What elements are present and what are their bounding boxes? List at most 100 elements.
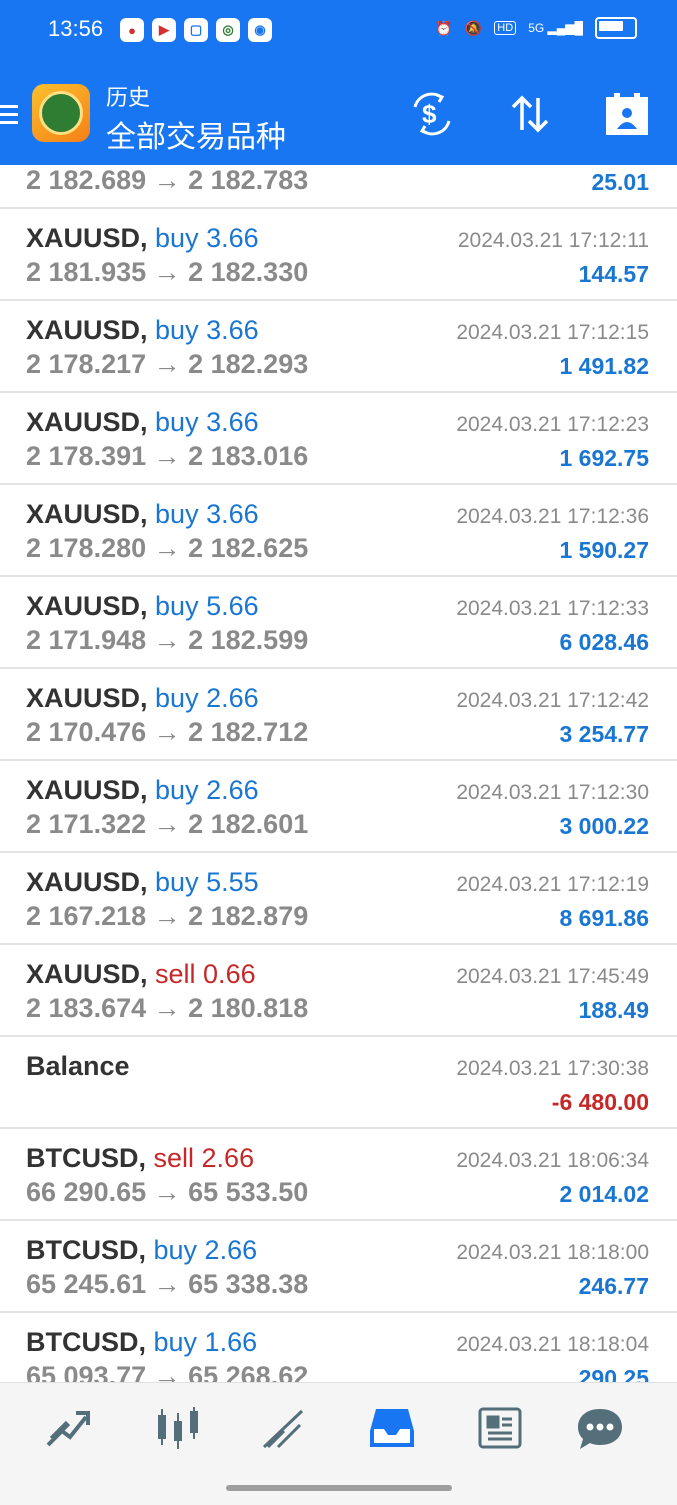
symbol-label: XAUUSD, [26,775,148,805]
trade-row[interactable]: XAUUSD, buy 2.66 2024.03.21 17:12:42 2 170… [0,669,677,761]
trade-row[interactable]: BTCUSD, buy 2.66 2024.03.21 18:18:00 65 24… [0,1221,677,1313]
search-app-icon: ◉ [248,18,272,42]
trade-time: 2024.03.21 17:12:36 [456,505,649,528]
balance-row[interactable]: Balance 2024.03.21 17:30:38 -6 480.00 [0,1037,677,1129]
price-range: 2 178.280 → 2 182.625 [26,533,309,563]
trade-symbol: XAUUSD, buy 5.66 [26,591,259,622]
trade-action: sell 0.66 [155,959,256,989]
bottom-nav [0,1382,677,1505]
messages-icon[interactable] [570,1403,630,1453]
trade-action: buy 5.66 [155,591,259,621]
price-range: 2 183.674 → 2 180.818 [26,993,309,1023]
profit-value: 6 028.46 [559,629,649,655]
symbol-label: XAUUSD, [26,499,148,529]
trade-time: 2024.03.21 18:06:34 [456,1149,649,1172]
profit-value: 188.49 [578,997,649,1023]
symbol-label: XAUUSD, [26,683,148,713]
trade-row[interactable]: XAUUSD, buy 2.66 2024.03.21 17:12:30 2 171… [0,761,677,853]
trade-symbol: XAUUSD, buy 3.66 [26,315,259,346]
trade-action: buy 3.66 [155,223,259,253]
price-range: 2 178.391 → 2 183.016 [26,441,309,471]
trade-action: sell 2.66 [153,1143,255,1173]
trade-symbol: BTCUSD, sell 2.66 [26,1143,254,1174]
home-indicator[interactable] [226,1485,452,1491]
trade-action: buy 1.66 [153,1327,258,1357]
trade-row[interactable]: XAUUSD, buy 5.66 2024.03.21 17:12:33 2 171… [0,577,677,669]
price-range: 2 182.689 → 2 182.783 [26,165,309,195]
list-item[interactable]: 2 182.689 → 2 182.783 25.01 [0,165,677,209]
trade-symbol: BTCUSD, buy 2.66 [26,1235,257,1266]
trade-time: 2024.03.21 17:12:15 [456,321,649,344]
profit-value: 8 691.86 [559,905,649,931]
price-range: 2 171.948 → 2 182.599 [26,625,309,655]
news-icon[interactable] [470,1403,530,1453]
trade-action: buy 2.66 [153,1235,258,1265]
trade-time: 2024.03.21 17:12:23 [456,413,649,436]
profit-value: 1 590.27 [559,537,649,563]
profit-value: 2 014.02 [559,1181,649,1207]
trade-symbol: BTCUSD, buy 1.66 [26,1327,257,1358]
trade-icon[interactable] [254,1403,314,1453]
profit-value: 144.57 [578,261,649,287]
trade-symbol: XAUUSD, buy 5.55 [26,867,259,898]
status-time: 13:56 [48,16,104,41]
trade-row[interactable]: XAUUSD, buy 3.66 2024.03.21 17:12:11 2 181… [0,209,677,301]
trade-row[interactable]: XAUUSD, sell 0.66 2024.03.21 17:45:49 2 18… [0,945,677,1037]
battery-icon [595,17,637,39]
page-title: 历史 [106,85,151,110]
chart-icon[interactable] [148,1403,208,1453]
profit-value: 3 254.77 [559,721,649,747]
symbol-label: XAUUSD, [26,867,148,897]
app-logo [32,84,90,142]
trade-symbol: XAUUSD, buy 3.66 [26,407,259,438]
trade-row[interactable]: XAUUSD, buy 3.66 2024.03.21 17:12:15 2 178… [0,301,677,393]
quotes-icon[interactable] [38,1403,98,1453]
trade-row[interactable]: BTCUSD, buy 1.66 2024.03.21 18:18:04 65 09… [0,1313,677,1382]
symbol-label: BTCUSD, [26,1143,146,1173]
trade-row[interactable]: BTCUSD, sell 2.66 2024.03.21 18:06:34 66 2… [0,1129,677,1221]
profit-value: 246.77 [578,1273,649,1299]
trade-symbol: XAUUSD, sell 0.66 [26,959,256,990]
price-range: 2 178.217 → 2 182.293 [26,349,309,379]
profit-value: 1 692.75 [559,445,649,471]
price-range: 2 167.218 → 2 182.879 [26,901,309,931]
alarm-icon: ⏰ [435,19,453,36]
trade-time: 2024.03.21 17:12:30 [456,781,649,804]
price-range: 2 171.322 → 2 182.601 [26,809,309,839]
app-notification-icon: ● [120,18,144,42]
app-header: 13:56 ● ▶ ▢ ◎ ◉ ⏰ 🔕 HD 5G ▂▄▆█ 历史 全部交易品种… [0,0,677,165]
history-icon[interactable] [362,1403,422,1453]
trade-symbol: XAUUSD, buy 2.66 [26,683,259,714]
trade-time: 2024.03.21 17:12:19 [456,873,649,896]
trade-action: buy 3.66 [155,315,259,345]
price-range: 2 170.476 → 2 182.712 [26,717,309,747]
profit-value: 1 491.82 [559,353,649,379]
trade-symbol: Balance [26,1051,130,1082]
deposit-icon[interactable]: $ [408,90,456,138]
symbol-label: XAUUSD, [26,959,148,989]
symbol-label: XAUUSD, [26,591,148,621]
signal-icon: 5G ▂▄▆█ [528,21,583,35]
trade-row[interactable]: XAUUSD, buy 3.66 2024.03.21 17:12:23 2 178… [0,393,677,485]
calendar-icon[interactable] [603,90,651,138]
trade-action: buy 5.55 [155,867,259,897]
sort-icon[interactable] [506,90,554,138]
trade-row[interactable]: XAUUSD, buy 3.66 2024.03.21 17:12:36 2 178… [0,485,677,577]
menu-icon[interactable] [0,100,20,130]
trade-time: 2024.03.21 18:18:00 [456,1241,649,1264]
symbol-filter[interactable]: 全部交易品种 [106,112,286,156]
profit-value: 290.25 [578,1365,649,1382]
history-list[interactable]: 2 182.689 → 2 182.783 25.01 XAUUSD, buy … [0,165,677,1382]
price-range: 2 181.935 → 2 182.330 [26,257,309,287]
hd-icon: HD [494,21,517,35]
trade-action: buy 2.66 [155,775,259,805]
symbol-label: XAUUSD, [26,223,148,253]
system-status: ⏰ 🔕 HD 5G ▂▄▆█ [435,17,637,39]
trade-row[interactable]: XAUUSD, buy 5.55 2024.03.21 17:12:19 2 167… [0,853,677,945]
symbol-label: XAUUSD, [26,315,148,345]
price-range: 66 290.65 → 65 533.50 [26,1177,309,1207]
trade-time: 2024.03.21 17:30:38 [456,1057,649,1080]
app-notification-icon: ▢ [184,18,208,42]
symbol-label: BTCUSD, [26,1235,146,1265]
notification-icons: ● ▶ ▢ ◎ ◉ [120,18,272,42]
